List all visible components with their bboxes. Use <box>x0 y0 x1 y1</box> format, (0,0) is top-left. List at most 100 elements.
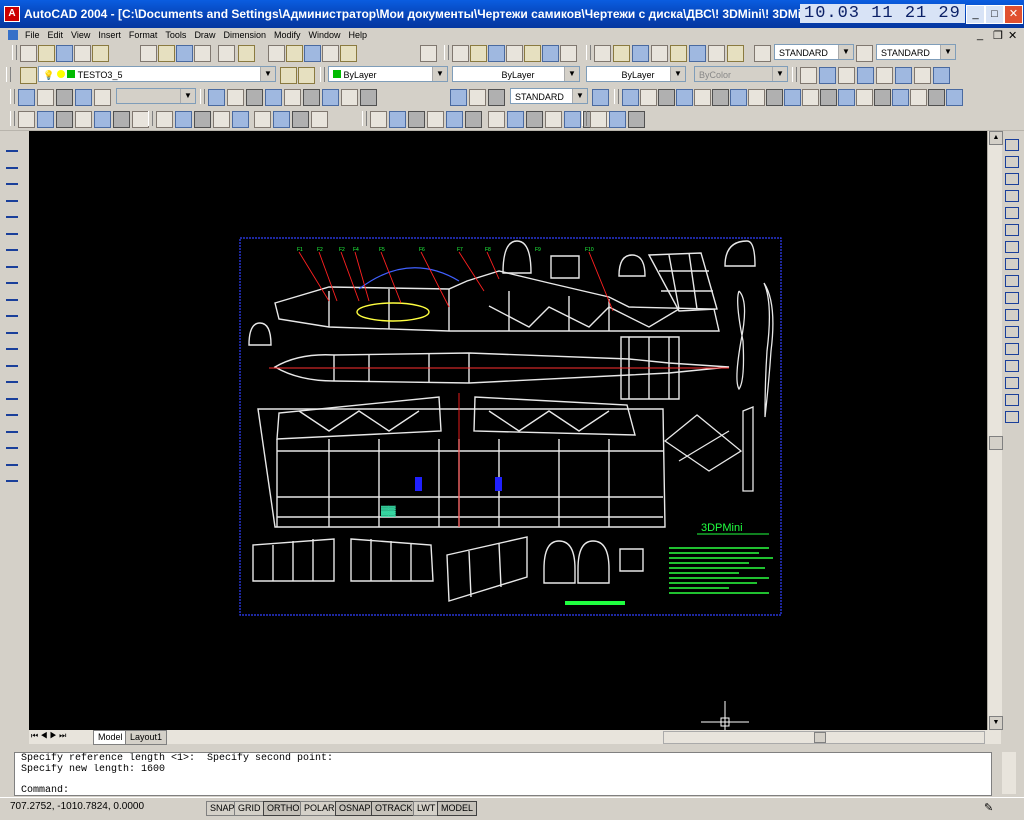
scroll-down-icon[interactable]: ▼ <box>989 716 1003 730</box>
toolbar-tool-icon[interactable] <box>910 89 927 106</box>
command-prompt[interactable]: Command: <box>15 785 991 796</box>
toolbar-tool-icon[interactable] <box>838 89 855 106</box>
toolbar-tool-icon[interactable] <box>670 45 687 62</box>
toolbar-tool-icon[interactable] <box>427 111 444 128</box>
toolbar-tool-icon[interactable] <box>613 45 630 62</box>
draw-tool-icon[interactable] <box>6 187 18 202</box>
modify-tool-icon[interactable] <box>1005 139 1019 151</box>
tab-nav-arrows[interactable]: ⏮ ◀ ▶ ⏭ <box>31 731 66 741</box>
draw-tool-icon[interactable] <box>6 451 18 466</box>
toolbar-tool-icon[interactable] <box>592 89 609 106</box>
toolbar-grip[interactable] <box>200 89 205 104</box>
doc-minimize-button[interactable]: _ <box>977 29 983 41</box>
toolbar-grip[interactable] <box>10 89 15 104</box>
toolbar-tool-icon[interactable] <box>754 45 771 62</box>
menu-item[interactable]: Format <box>125 28 162 43</box>
draw-tool-icon[interactable] <box>6 286 18 301</box>
menu-item[interactable]: Modify <box>270 28 305 43</box>
menu-item[interactable]: File <box>21 28 44 43</box>
menu-item[interactable]: Tools <box>161 28 190 43</box>
toolbar-tool-icon[interactable] <box>488 89 505 106</box>
modify-tool-icon[interactable] <box>1005 326 1019 338</box>
toolbar-tool-icon[interactable] <box>268 45 285 62</box>
draw-tool-icon[interactable] <box>6 319 18 334</box>
draw-tool-icon[interactable] <box>6 368 18 383</box>
toolbar-tool-icon[interactable] <box>208 89 225 106</box>
document-icon[interactable] <box>8 30 18 40</box>
toolbar-tool-icon[interactable] <box>730 89 747 106</box>
status-toggle-button[interactable]: OSNAP <box>335 801 375 816</box>
toolbar-tool-icon[interactable] <box>590 111 607 128</box>
toolbar-tool-icon[interactable] <box>227 89 244 106</box>
toolbar-tool-icon[interactable] <box>542 45 559 62</box>
draw-tool-icon[interactable] <box>6 434 18 449</box>
toolbar-tool-icon[interactable] <box>545 111 562 128</box>
toolbar-tool-icon[interactable] <box>284 89 301 106</box>
menu-item[interactable]: Help <box>345 28 372 43</box>
layer-manager-icon[interactable] <box>20 67 37 84</box>
dim-style-combo[interactable]: STANDARD ▼ <box>876 44 956 60</box>
toolbar-tool-icon[interactable] <box>946 89 963 106</box>
draw-tool-icon[interactable] <box>6 269 18 284</box>
scroll-up-icon[interactable]: ▲ <box>989 131 1003 145</box>
toolbar-tool-icon[interactable] <box>303 89 320 106</box>
toolbar-tool-icon[interactable] <box>389 111 406 128</box>
toolbar-tool-icon[interactable] <box>304 45 321 62</box>
doc-restore-button[interactable]: ❐ <box>993 29 1003 42</box>
toolbar-tool-icon[interactable] <box>933 67 950 84</box>
status-toggle-button[interactable]: LWT <box>413 801 440 816</box>
linetype-combo[interactable]: ByLayer ▼ <box>452 66 580 82</box>
modify-tool-icon[interactable] <box>1005 207 1019 219</box>
draw-tool-icon[interactable] <box>6 154 18 169</box>
modify-tool-icon[interactable] <box>1005 309 1019 321</box>
toolbar-tool-icon[interactable] <box>712 89 729 106</box>
toolbar-tool-icon[interactable] <box>311 111 328 128</box>
toolbar-tool-icon[interactable] <box>265 89 282 106</box>
toolbar-tool-icon[interactable] <box>75 89 92 106</box>
toolbar-tool-icon[interactable] <box>420 45 437 62</box>
draw-tool-icon[interactable] <box>6 253 18 268</box>
toolbar-tool-icon[interactable] <box>632 45 649 62</box>
draw-tool-icon[interactable] <box>6 170 18 185</box>
toolbar-tool-icon[interactable] <box>450 89 467 106</box>
modify-tool-icon[interactable] <box>1005 394 1019 406</box>
toolbar-tool-icon[interactable] <box>176 45 193 62</box>
toolbar-tool-icon[interactable] <box>784 89 801 106</box>
modify-tool-icon[interactable] <box>1005 275 1019 287</box>
menu-item[interactable]: View <box>67 28 94 43</box>
toolbar-tool-icon[interactable] <box>18 111 35 128</box>
toolbar-tool-icon[interactable] <box>56 89 73 106</box>
status-toggle-button[interactable]: OTRACK <box>371 801 417 816</box>
command-window[interactable]: Specify reference length <1>: Specify se… <box>14 752 992 796</box>
menu-item[interactable]: Dimension <box>219 28 270 43</box>
toolbar-tool-icon[interactable] <box>560 45 577 62</box>
tray-settings-icon[interactable]: ✎ <box>984 801 993 814</box>
toolbar-grip[interactable] <box>614 89 619 104</box>
draw-tool-icon[interactable] <box>6 418 18 433</box>
toolbar-tool-icon[interactable] <box>37 111 54 128</box>
coordinates-readout[interactable]: 707.2752, -1010.7824, 0.0000 <box>10 801 144 812</box>
toolbar-tool-icon[interactable] <box>132 111 149 128</box>
draw-tool-icon[interactable] <box>6 302 18 317</box>
toolbar-tool-icon[interactable] <box>694 89 711 106</box>
toolbar-tool-icon[interactable] <box>232 111 249 128</box>
menu-item[interactable]: Insert <box>94 28 125 43</box>
toolbar-tool-icon[interactable] <box>322 45 339 62</box>
toolbar-tool-icon[interactable] <box>360 89 377 106</box>
minimize-button[interactable]: _ <box>966 5 985 24</box>
toolbar-tool-icon[interactable] <box>609 111 626 128</box>
draw-tool-icon[interactable] <box>6 236 18 251</box>
command-scrollbar[interactable] <box>1002 752 1016 794</box>
toolbar-tool-icon[interactable] <box>94 89 111 106</box>
toolbar-tool-icon[interactable] <box>56 111 73 128</box>
toolbar-grip[interactable] <box>10 111 15 126</box>
toolbar-tool-icon[interactable] <box>92 45 109 62</box>
toolbar-tool-icon[interactable] <box>876 67 893 84</box>
toolbar-tool-icon[interactable] <box>175 111 192 128</box>
toolbar-tool-icon[interactable] <box>928 89 945 106</box>
toolbar-tool-icon[interactable] <box>238 45 255 62</box>
toolbar-tool-icon[interactable] <box>838 67 855 84</box>
toolbar-tool-icon[interactable] <box>446 111 463 128</box>
toolbar-tool-icon[interactable] <box>895 67 912 84</box>
toolbar-tool-icon[interactable] <box>194 45 211 62</box>
